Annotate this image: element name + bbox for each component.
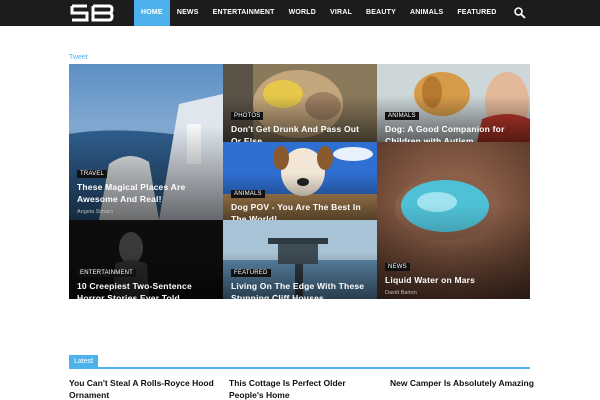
category-badge[interactable]: FEATURED [231, 269, 271, 277]
featured-post-cliff-houses[interactable]: FEATURED Living On The Edge With These S… [223, 220, 377, 299]
nav-featured[interactable]: FEATURED [450, 0, 503, 26]
tile-caption: TRAVEL These Magical Places Are Awesome … [77, 162, 215, 215]
tile-caption: FEATURED Living On The Edge With These S… [231, 261, 369, 299]
featured-post-dog-pov[interactable]: ANIMALS Dog POV - You Are The Best In Th… [223, 142, 377, 220]
tile-caption: ENTERTAINMENT 10 Creepiest Two-Sentence … [77, 261, 215, 299]
tile-caption: PHOTOS Don't Get Drunk And Pass Out Or E… [231, 104, 369, 142]
nav-world[interactable]: WORLD [282, 0, 323, 26]
tile-caption: ANIMALS Dog: A Good Companion for Childr… [385, 104, 522, 142]
latest-post-title[interactable]: New Camper Is Absolutely Amazing [390, 377, 540, 389]
post-title[interactable]: 10 Creepiest Two-Sentence Horror Stories… [77, 280, 215, 299]
nav-beauty[interactable]: BEAUTY [359, 0, 403, 26]
post-author[interactable]: Angela Simaro [77, 209, 215, 215]
post-title[interactable]: Dog POV - You Are The Best In The World! [231, 201, 369, 220]
post-author[interactable]: David Barton [385, 290, 522, 296]
tile-caption: NEWS Liquid Water on Mars David Barton [385, 255, 522, 296]
featured-post-mars[interactable]: NEWS Liquid Water on Mars David Barton [377, 142, 530, 299]
category-badge[interactable]: NEWS [385, 263, 410, 271]
category-badge[interactable]: ENTERTAINMENT [77, 269, 137, 277]
main-menu: HOME NEWS ENTERTAINMENT WORLD VIRAL BEAU… [134, 0, 504, 26]
post-title[interactable]: Liquid Water on Mars [385, 274, 522, 286]
category-badge[interactable]: ANIMALS [231, 190, 265, 198]
search-icon[interactable] [513, 6, 527, 20]
post-title[interactable]: These Magical Places Are Awesome And Rea… [77, 181, 215, 205]
nav-animals[interactable]: ANIMALS [403, 0, 450, 26]
tweet-link[interactable]: Tweet [69, 54, 88, 61]
category-badge[interactable]: ANIMALS [385, 112, 419, 120]
featured-post-horror[interactable]: ENTERTAINMENT 10 Creepiest Two-Sentence … [69, 220, 223, 299]
nav-home[interactable]: HOME [134, 0, 170, 26]
category-badge[interactable]: PHOTOS [231, 112, 264, 120]
featured-post-photos[interactable]: PHOTOS Don't Get Drunk And Pass Out Or E… [223, 64, 377, 142]
top-navbar: HOME NEWS ENTERTAINMENT WORLD VIRAL BEAU… [0, 0, 600, 26]
latest-post-title[interactable]: You Can't Steal A Rolls-Royce Hood Ornam… [69, 377, 219, 400]
post-title[interactable]: Living On The Edge With These Stunning C… [231, 280, 369, 299]
featured-post-dog-companion[interactable]: ANIMALS Dog: A Good Companion for Childr… [377, 64, 530, 142]
nav-viral[interactable]: VIRAL [323, 0, 359, 26]
featured-post-travel[interactable]: TRAVEL These Magical Places Are Awesome … [69, 64, 223, 220]
divider [69, 367, 530, 369]
post-title[interactable]: Don't Get Drunk And Pass Out Or Else... [231, 123, 369, 142]
site-logo[interactable] [70, 3, 114, 23]
post-title[interactable]: Dog: A Good Companion for Children with … [385, 123, 522, 142]
latest-post-title[interactable]: This Cottage Is Perfect Older People's H… [229, 377, 379, 400]
category-badge[interactable]: TRAVEL [77, 170, 108, 178]
tile-caption: ANIMALS Dog POV - You Are The Best In Th… [231, 182, 369, 220]
nav-news[interactable]: NEWS [170, 0, 206, 26]
nav-entertainment[interactable]: ENTERTAINMENT [206, 0, 282, 26]
